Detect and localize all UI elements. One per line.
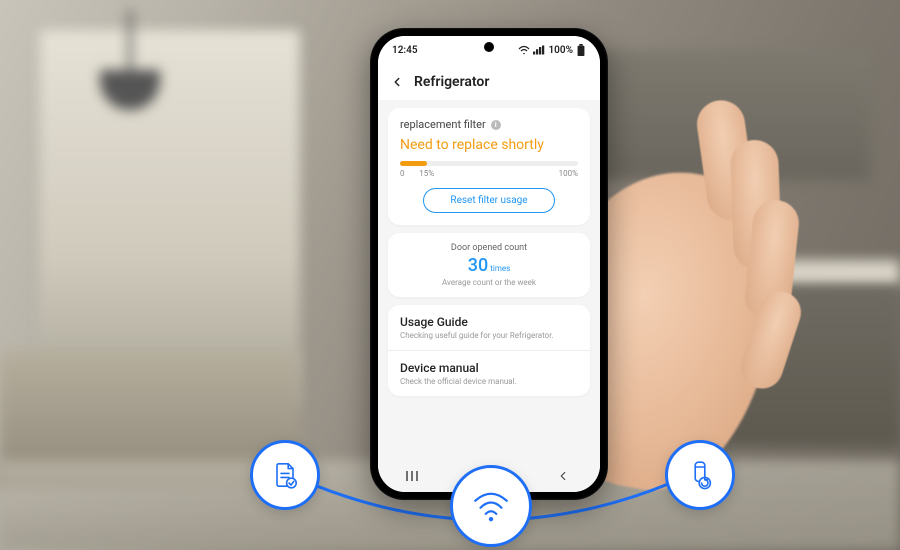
filter-progress-bar bbox=[400, 161, 578, 166]
camera-hole bbox=[484, 42, 494, 52]
door-count-card: Door opened count 30times Average count … bbox=[388, 233, 590, 297]
device-manual-link[interactable]: Device manual Check the official device … bbox=[388, 351, 590, 396]
scale-mid: 15% bbox=[419, 169, 434, 178]
chevron-left-icon bbox=[390, 75, 404, 89]
scale-max: 100% bbox=[559, 169, 578, 178]
filter-label: replacement filter bbox=[400, 118, 486, 131]
phone-screen: 12:45 100% Refrigerator bbox=[378, 36, 600, 492]
promo-scene: 12:45 100% Refrigerator bbox=[0, 0, 900, 550]
wifi-icon bbox=[518, 45, 530, 55]
door-count-title: Door opened count bbox=[400, 243, 578, 253]
filter-warning-text: Need to replace shortly bbox=[400, 137, 578, 153]
filter-progress-fill bbox=[400, 161, 427, 166]
usage-guide-subtitle: Checking useful guide for your Refrigera… bbox=[400, 331, 578, 340]
feature-bubble-filter bbox=[665, 440, 735, 510]
wifi-icon bbox=[470, 485, 512, 527]
status-indicators: 100% bbox=[518, 44, 586, 56]
smartphone-frame: 12:45 100% Refrigerator bbox=[370, 28, 608, 500]
info-icon[interactable]: i bbox=[491, 120, 501, 130]
usage-guide-link[interactable]: Usage Guide Checking useful guide for yo… bbox=[388, 305, 590, 350]
bg-pendant-lamp bbox=[60, 10, 190, 140]
status-time: 12:45 bbox=[392, 45, 418, 56]
door-count-subtitle: Average count or the week bbox=[400, 278, 578, 287]
page-title: Refrigerator bbox=[414, 74, 489, 90]
device-manual-subtitle: Check the official device manual. bbox=[400, 377, 578, 386]
door-count-value: 30 bbox=[468, 255, 488, 276]
signal-icon bbox=[533, 45, 545, 55]
usage-guide-title: Usage Guide bbox=[400, 315, 578, 329]
feature-bubble-wifi bbox=[450, 465, 532, 547]
filter-status-card: replacement filter i Need to replace sho… bbox=[388, 108, 590, 225]
filter-refresh-icon bbox=[684, 459, 716, 491]
app-header: Refrigerator bbox=[378, 64, 600, 100]
recents-icon bbox=[406, 469, 424, 483]
door-count-unit: times bbox=[490, 264, 510, 273]
feature-bubble-document bbox=[250, 440, 320, 510]
back-button[interactable] bbox=[388, 73, 406, 91]
android-back-button[interactable] bbox=[543, 466, 583, 486]
device-manual-title: Device manual bbox=[400, 361, 578, 375]
document-check-icon bbox=[269, 459, 301, 491]
battery-icon bbox=[576, 44, 586, 56]
battery-percent: 100% bbox=[548, 45, 573, 56]
reset-filter-button[interactable]: Reset filter usage bbox=[423, 188, 555, 213]
progress-scale: 0 15% 100% bbox=[400, 169, 578, 178]
scale-min: 0 bbox=[400, 169, 405, 178]
links-card: Usage Guide Checking useful guide for yo… bbox=[388, 305, 590, 396]
recents-button[interactable] bbox=[395, 466, 435, 486]
back-icon bbox=[556, 469, 570, 483]
content-area: replacement filter i Need to replace sho… bbox=[378, 100, 600, 468]
